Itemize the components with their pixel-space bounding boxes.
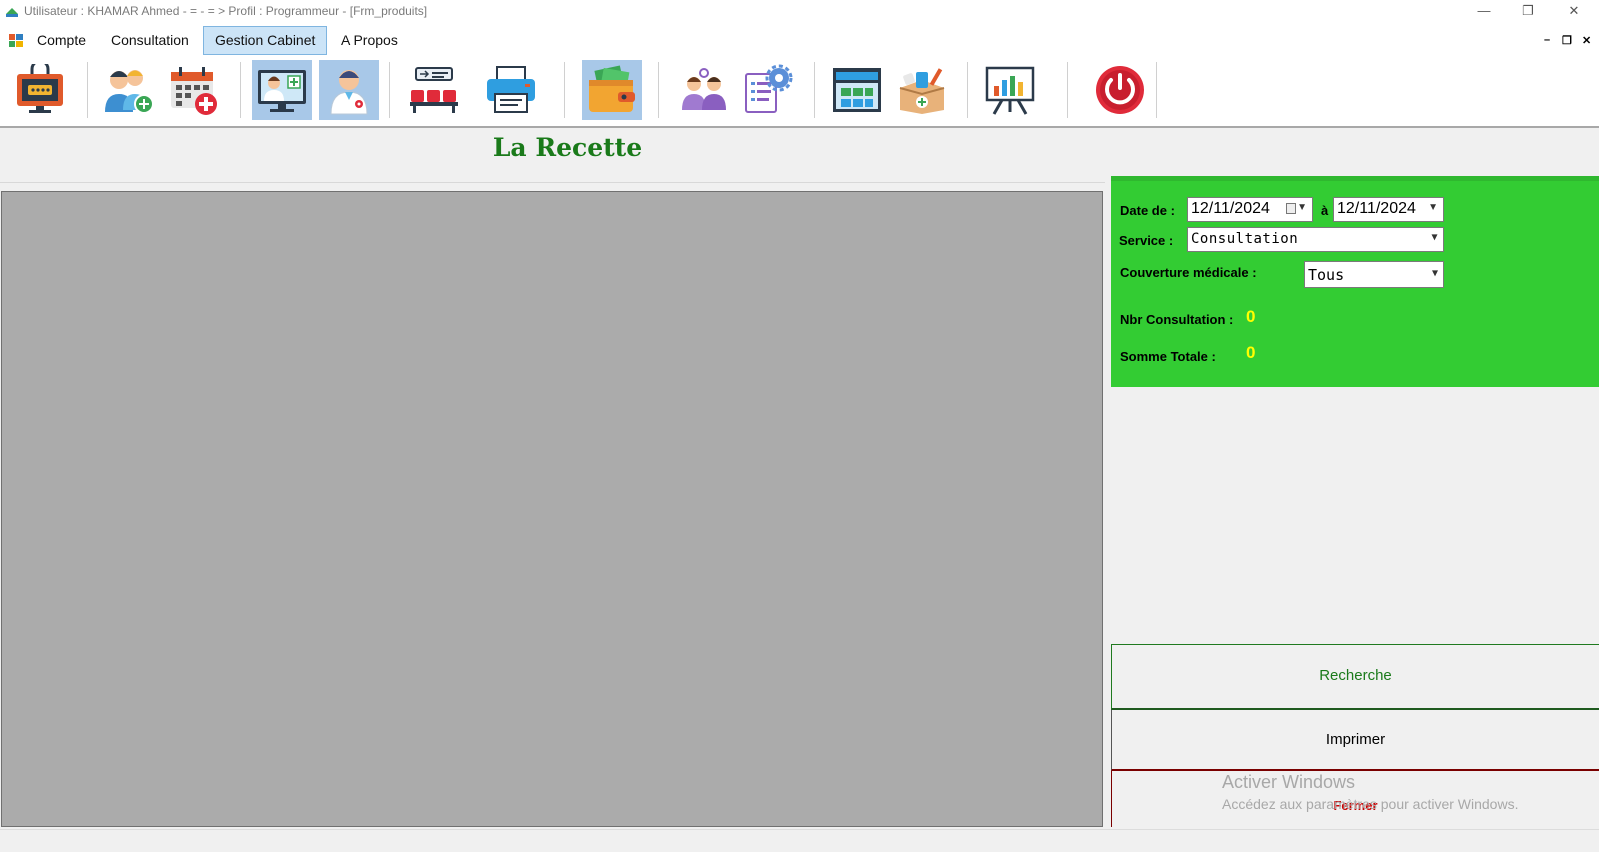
title-bar: Utilisateur : KHAMAR Ahmed - = - = > Pro… xyxy=(0,0,1599,23)
service-label: Service : xyxy=(1119,233,1174,248)
login-button[interactable] xyxy=(10,60,70,120)
filter-panel: Date de : 12/11/2024 ▼ à 12/11/2024 ▼ Se… xyxy=(1111,176,1599,387)
menu-gestion-cabinet[interactable]: Gestion Cabinet xyxy=(203,26,328,55)
menu-compte[interactable]: Compte xyxy=(26,26,97,55)
chevron-down-icon: ▼ xyxy=(1431,268,1438,279)
date-to-picker[interactable]: 12/11/2024 ▼ xyxy=(1333,197,1444,222)
mdi-restore-button[interactable]: ❐ xyxy=(1562,34,1572,47)
medical-calendar-icon xyxy=(171,67,217,115)
toolbar-separator xyxy=(564,62,565,118)
quit-button[interactable] xyxy=(1090,60,1150,120)
revenue-button[interactable] xyxy=(582,60,642,120)
window-title: Utilisateur : KHAMAR Ahmed - = - = > Pro… xyxy=(24,4,428,18)
calendar-icon xyxy=(1286,203,1296,214)
doctors-button[interactable] xyxy=(319,60,379,120)
users-group-icon xyxy=(682,68,726,110)
toolbar-separator xyxy=(1067,62,1068,118)
toolbar-separator xyxy=(814,62,815,118)
minimize-button[interactable]: — xyxy=(1462,0,1506,22)
mdi-child-icon xyxy=(9,34,23,47)
maximize-button[interactable]: ❐ xyxy=(1506,0,1550,22)
medicines-button[interactable] xyxy=(892,60,952,120)
date-from-picker[interactable]: 12/11/2024 ▼ xyxy=(1187,197,1313,222)
printer-icon xyxy=(487,66,535,113)
page-title: La Recette xyxy=(492,133,643,162)
toolbar-separator xyxy=(87,62,88,118)
results-grid[interactable] xyxy=(1,191,1103,827)
coverage-value: Tous xyxy=(1308,266,1345,284)
statistics-button[interactable] xyxy=(980,60,1040,120)
coverage-label: Couverture médicale : xyxy=(1120,265,1257,280)
close-window-button[interactable]: ✕ xyxy=(1552,0,1596,22)
menu-consultation[interactable]: Consultation xyxy=(100,26,200,55)
pharmacy-button[interactable] xyxy=(827,60,887,120)
appointments-button[interactable] xyxy=(164,60,224,120)
pharmacy-store-icon xyxy=(833,68,881,112)
date-from-label: Date de : xyxy=(1120,203,1175,218)
wallet-icon xyxy=(589,65,635,112)
menu-a-propos[interactable]: A Propos xyxy=(330,26,409,55)
total-sum-label: Somme Totale : xyxy=(1120,349,1216,364)
activation-watermark-text: Accédez aux paramètres pour activer Wind… xyxy=(1222,796,1519,812)
print-report-button[interactable]: Imprimer xyxy=(1111,710,1599,771)
add-patient-icon xyxy=(105,70,154,114)
statistics-board-icon xyxy=(985,66,1035,115)
toolbar-separator xyxy=(240,62,241,118)
mdi-close-button[interactable]: ✕ xyxy=(1582,34,1591,47)
date-to-value: 12/11/2024 xyxy=(1337,200,1416,217)
settings-document-icon xyxy=(745,64,793,113)
waiting-room-icon xyxy=(410,67,458,113)
toolbar-separator xyxy=(389,62,390,118)
date-from-value: 12/11/2024 xyxy=(1191,200,1270,217)
mdi-minimize-button[interactable]: – xyxy=(1544,34,1550,46)
nbr-consultation-label: Nbr Consultation : xyxy=(1120,312,1234,327)
header-divider xyxy=(0,182,1105,183)
app-logo-icon xyxy=(6,8,18,17)
toolbar-separator xyxy=(1156,62,1157,118)
login-screen-icon xyxy=(17,64,63,113)
add-patient-button[interactable] xyxy=(98,60,158,120)
toolbar xyxy=(0,58,1599,128)
status-bar xyxy=(0,829,1599,852)
menu-bar: Compte Consultation Gestion Cabinet A Pr… xyxy=(0,23,1599,58)
power-icon xyxy=(1096,66,1144,114)
doctor-dashboard-button[interactable] xyxy=(252,60,312,120)
medicine-box-icon xyxy=(899,68,945,114)
date-to-label: à xyxy=(1321,203,1329,218)
service-select[interactable]: Consultation ▼ xyxy=(1187,227,1444,252)
doctor-icon xyxy=(330,70,368,115)
doctor-computer-icon xyxy=(258,70,306,112)
waiting-room-button[interactable] xyxy=(404,60,464,120)
toolbar-separator xyxy=(658,62,659,118)
print-button[interactable] xyxy=(481,60,541,120)
total-sum-value: 0 xyxy=(1246,343,1256,362)
toolbar-separator xyxy=(967,62,968,118)
chevron-down-icon: ▼ xyxy=(1297,202,1307,213)
coverage-select[interactable]: Tous ▼ xyxy=(1304,261,1444,288)
settings-button[interactable] xyxy=(737,60,797,120)
service-value: Consultation xyxy=(1191,231,1299,247)
nbr-consultation-value: 0 xyxy=(1246,307,1256,326)
chevron-down-icon: ▼ xyxy=(1431,232,1438,243)
users-button[interactable] xyxy=(674,60,734,120)
search-button[interactable]: Recherche xyxy=(1111,644,1599,710)
activation-watermark-title: Activer Windows xyxy=(1222,772,1356,792)
chevron-down-icon: ▼ xyxy=(1428,202,1438,213)
